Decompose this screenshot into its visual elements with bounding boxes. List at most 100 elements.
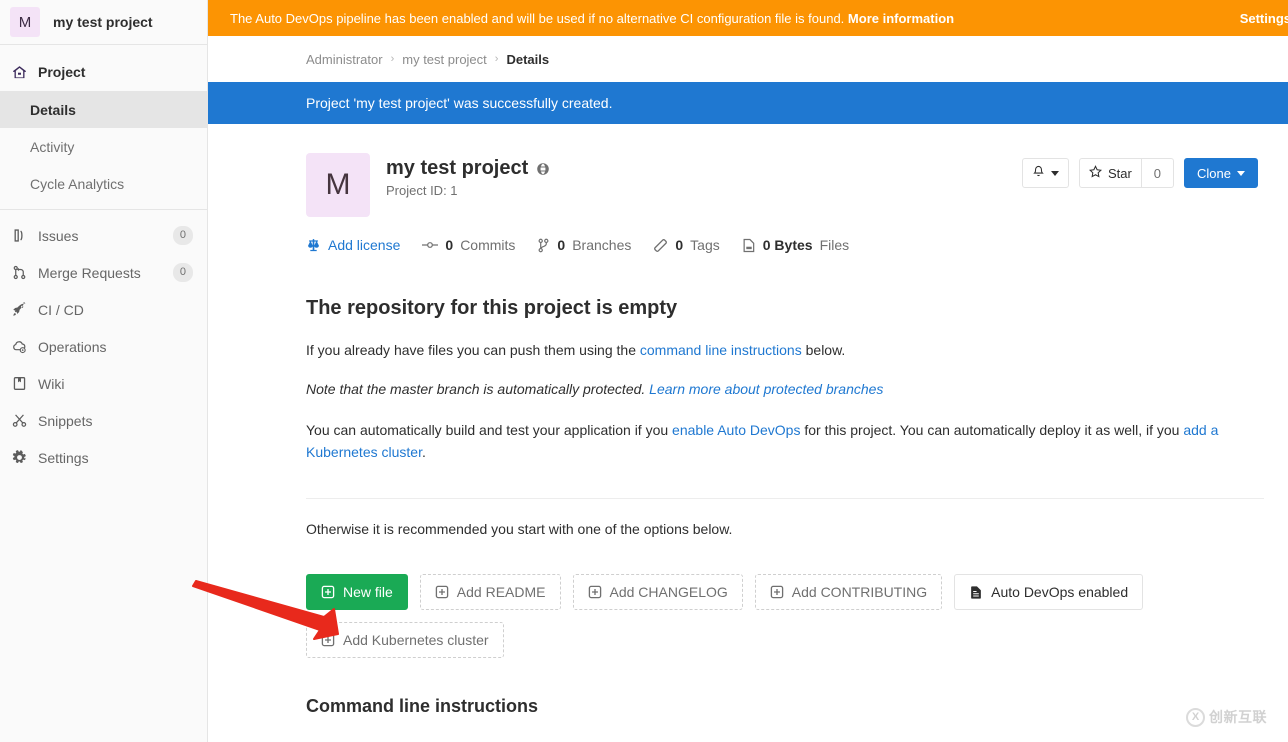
sidebar-item-issues[interactable]: Issues 0: [0, 217, 207, 254]
breadcrumb-separator-icon: ›: [390, 53, 395, 65]
sidebar-divider: [0, 209, 207, 210]
otherwise-text: Otherwise it is recommended you start wi…: [306, 520, 733, 537]
more-information-link[interactable]: More information: [848, 11, 954, 26]
sidebar-item-issues-label: Issues: [38, 227, 79, 244]
sidebar-item-operations[interactable]: Operations: [0, 328, 207, 365]
stat-add-license[interactable]: Add license: [306, 237, 400, 253]
add-readme-button[interactable]: Add README: [419, 574, 561, 611]
auto-devops-enabled-button[interactable]: Auto DevOps enabled: [954, 574, 1144, 611]
push-text-before: If you already have files you can push t…: [306, 342, 640, 358]
watermark-logo-icon: X: [1186, 707, 1205, 727]
sidebar-item-merge-requests[interactable]: Merge Requests 0: [0, 254, 207, 291]
star-count[interactable]: 0: [1141, 158, 1175, 188]
add-changelog-label: Add CHANGELOG: [609, 584, 728, 601]
balance-scale-icon: [306, 238, 321, 253]
sidebar-item-project-label: Project: [38, 64, 86, 80]
stat-commits[interactable]: 0 Commits: [422, 237, 515, 253]
sidebar-project-name: my test project: [53, 14, 153, 30]
star-label: Star: [1107, 165, 1132, 181]
gear-icon: [12, 450, 30, 466]
stat-commits-count: 0: [445, 237, 454, 253]
watermark-text: 创新互联: [1209, 709, 1267, 725]
command-line-instructions-title: Command line instructions: [306, 696, 539, 717]
breadcrumb-current: Details: [506, 51, 550, 67]
sidebar-item-settings[interactable]: Settings: [0, 439, 207, 476]
auto-devops-banner-text: The Auto DevOps pipeline has been enable…: [230, 10, 845, 26]
stat-branches-label: Branches: [572, 237, 632, 253]
breadcrumb-item-administrator[interactable]: Administrator: [306, 52, 383, 67]
push-text-after: below.: [801, 342, 846, 358]
protected-branches-link[interactable]: Learn more about protected branches: [649, 381, 883, 397]
sidebar-nav: Project Details Activity Cycle Analytics…: [0, 45, 207, 476]
auto-devops-banner-message: The Auto DevOps pipeline has been enable…: [230, 11, 1288, 26]
sidebar-item-operations-label: Operations: [38, 338, 107, 355]
project-header: M my test project Project ID: 1 Star 0 C…: [306, 124, 1288, 217]
breadcrumb: Administrator › my test project › Detail…: [208, 36, 1288, 82]
add-contributing-label: Add CONTRIBUTING: [791, 584, 928, 601]
file-icon: [742, 238, 756, 253]
sidebar-item-merge-requests-label: Merge Requests: [38, 264, 141, 281]
sidebar-item-merge-requests-badge: 0: [172, 263, 193, 282]
sidebar-item-details[interactable]: Details: [0, 91, 207, 128]
sidebar-item-activity[interactable]: Activity: [0, 128, 207, 165]
project-meta: my test project Project ID: 1: [386, 153, 1022, 198]
rocket-icon: [12, 302, 30, 318]
empty-repo-title: The repository for this project is empty: [306, 297, 678, 319]
sidebar-item-snippets-label: Snippets: [38, 412, 93, 429]
gitlab-project-page: M my test project Project Details Activi…: [0, 0, 1288, 742]
sidebar-project-header[interactable]: M my test project: [0, 0, 207, 45]
star-icon: [1088, 165, 1102, 181]
devops-text-middle: for this project. You can automatically …: [800, 422, 1184, 439]
enable-auto-devops-link[interactable]: enable Auto DevOps: [672, 422, 800, 438]
sidebar-item-project[interactable]: Project: [0, 53, 207, 91]
new-file-label: New file: [343, 584, 393, 601]
plus-square-icon: [321, 633, 335, 647]
sidebar: M my test project Project Details Activi…: [0, 0, 208, 742]
devops-text-after: .: [421, 444, 426, 461]
home-icon: [12, 64, 30, 80]
add-contributing-button[interactable]: Add CONTRIBUTING: [754, 574, 943, 611]
sidebar-item-wiki-label: Wiki: [38, 375, 65, 392]
sidebar-item-snippets[interactable]: Snippets: [0, 402, 207, 439]
sidebar-item-settings-label: Settings: [38, 449, 89, 466]
issues-icon: [12, 228, 30, 244]
sidebar-item-wiki[interactable]: Wiki: [0, 365, 207, 402]
stat-branches[interactable]: 0 Branches: [537, 237, 631, 253]
protected-note-text: Note that the master branch is automatic…: [306, 380, 650, 397]
breadcrumb-item-project[interactable]: my test project: [402, 52, 487, 67]
protected-branch-note: Note that the master branch is automatic…: [306, 379, 1264, 401]
plus-square-icon: [770, 585, 784, 599]
breadcrumb-separator-icon: ›: [494, 53, 499, 65]
page-title: my test project: [386, 157, 1022, 180]
stat-files[interactable]: 0 Bytes Files: [742, 237, 849, 253]
branch-icon: [537, 238, 550, 253]
cloud-gear-icon: [12, 339, 30, 355]
notification-dropdown-button[interactable]: [1021, 158, 1069, 188]
section-divider: [306, 497, 1264, 499]
merge-request-icon: [12, 265, 30, 281]
add-kubernetes-cluster-label: Add Kubernetes cluster: [343, 632, 489, 649]
repo-action-buttons: New file Add README Add CHANGELOG Add CO…: [306, 574, 1288, 659]
banner-settings-link[interactable]: Settings: [1240, 11, 1288, 26]
chevron-down-icon: [1237, 170, 1245, 176]
commit-icon: [422, 238, 439, 252]
project-actions: Star 0 Clone: [1021, 153, 1258, 188]
command-line-instructions-link[interactable]: command line instructions: [640, 342, 802, 358]
sidebar-item-ci-cd[interactable]: CI / CD: [0, 291, 207, 328]
new-file-button[interactable]: New file: [306, 574, 408, 611]
plus-square-icon: [588, 585, 602, 599]
add-changelog-button[interactable]: Add CHANGELOG: [572, 574, 743, 611]
plus-square-icon: [435, 585, 449, 599]
sidebar-item-activity-label: Activity: [30, 138, 75, 155]
project-title-text: my test project: [386, 157, 529, 179]
scissors-icon: [12, 413, 30, 429]
project-id: Project ID: 1: [386, 183, 458, 198]
star-button[interactable]: Star: [1078, 158, 1142, 188]
add-kubernetes-cluster-button[interactable]: Add Kubernetes cluster: [306, 622, 504, 659]
stat-files-label: Files: [819, 237, 850, 253]
stat-tags[interactable]: 0 Tags: [653, 237, 720, 253]
flash-success-message: Project 'my test project' was successful…: [208, 82, 1288, 124]
sidebar-item-cycle-analytics[interactable]: Cycle Analytics: [0, 165, 207, 202]
main-content: The Auto DevOps pipeline has been enable…: [208, 0, 1288, 742]
clone-button[interactable]: Clone: [1184, 158, 1258, 188]
